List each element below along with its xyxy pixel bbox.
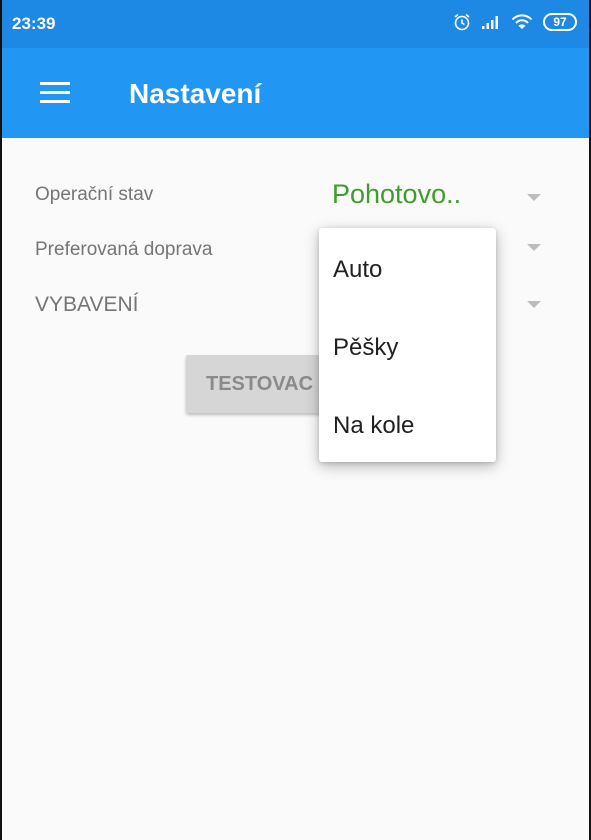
operational-state-label: Operační stav xyxy=(35,184,154,205)
status-icons: 97 xyxy=(453,13,577,31)
battery-icon: 97 xyxy=(543,13,577,31)
chevron-down-icon[interactable] xyxy=(527,301,541,308)
alarm-icon xyxy=(454,13,470,31)
page-title: Nastavení xyxy=(129,78,262,109)
signal-icon xyxy=(482,16,498,29)
transport-dropdown-menu: Auto Pěšky Na kole xyxy=(319,228,496,462)
app-bar: Nastavení xyxy=(2,48,589,138)
equipment-label: VYBAVENÍ xyxy=(35,293,139,316)
dropdown-option-auto[interactable]: Auto xyxy=(333,256,382,284)
operational-state-spinner[interactable]: Pohotovo.. xyxy=(332,179,461,210)
status-time: 23:39 xyxy=(12,14,56,33)
chevron-down-icon[interactable] xyxy=(527,244,541,251)
preferred-transport-label: Preferovaná doprava xyxy=(35,239,213,260)
chevron-down-icon[interactable] xyxy=(527,194,541,201)
dropdown-option-walk[interactable]: Pěšky xyxy=(333,334,398,362)
hamburger-menu-icon[interactable] xyxy=(30,77,74,109)
dropdown-option-bike[interactable]: Na kole xyxy=(333,412,414,440)
wifi-icon xyxy=(511,14,533,29)
app-screen: 23:39 97 Nastavení Operační stav Pohotov… xyxy=(0,0,591,840)
status-bar: 23:39 97 xyxy=(2,0,589,48)
